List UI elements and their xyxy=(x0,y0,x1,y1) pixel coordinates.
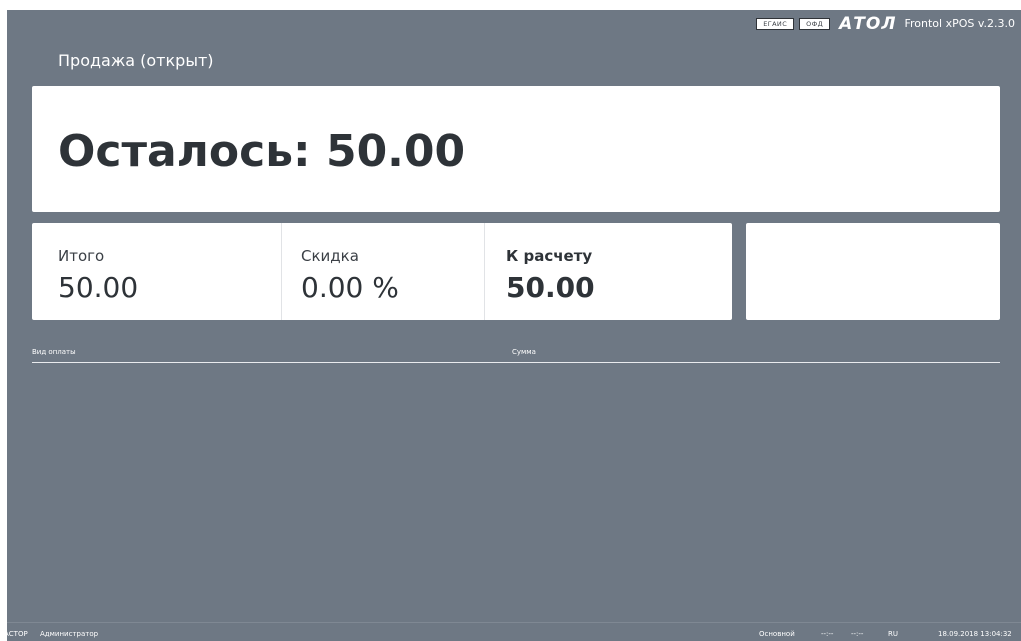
payment-sum-column-header: Сумма xyxy=(512,348,536,356)
info-panel xyxy=(746,223,1000,320)
total-cell: Итого 50.00 xyxy=(32,223,282,320)
discount-value: 0.00 % xyxy=(301,271,399,304)
total-value: 50.00 xyxy=(58,271,139,304)
status-field-1: --:-- xyxy=(821,630,834,638)
payable-cell: К расчету 50.00 xyxy=(485,223,732,320)
total-label: Итого xyxy=(58,247,105,265)
app-version: Frontol xPOS v.2.3.0 xyxy=(904,17,1015,30)
datetime: 18.09.2018 13:04:32 xyxy=(938,630,1012,638)
totals-panel: Итого 50.00 Скидка 0.00 % К расчету 50.0… xyxy=(32,223,732,320)
status-bar: АСТОР Администратор Основной --:-- --:--… xyxy=(7,622,1021,641)
atol-logo: АТОЛ xyxy=(839,14,897,34)
pos-screen: ЕГАИС ОФД АТОЛ Frontol xPOS v.2.3.0 Прод… xyxy=(7,10,1021,641)
station-name: АСТОР xyxy=(7,630,28,638)
user-name: Администратор xyxy=(40,630,99,638)
payment-type-column-header: Вид оплаты xyxy=(32,348,76,356)
payable-label: К расчету xyxy=(506,247,593,265)
egais-status-badge[interactable]: ЕГАИС xyxy=(756,18,795,30)
payments-list[interactable] xyxy=(32,363,1000,618)
remaining-amount: Осталось: 50.00 xyxy=(58,126,466,177)
ofd-status-badge[interactable]: ОФД xyxy=(799,18,831,30)
discount-cell[interactable]: Скидка 0.00 % xyxy=(282,223,485,320)
header-bar: ЕГАИС ОФД АТОЛ Frontol xPOS v.2.3.0 xyxy=(756,15,1015,33)
payments-table-header: Вид оплаты Сумма xyxy=(32,346,1000,363)
language-indicator[interactable]: RU xyxy=(888,630,898,638)
payable-value: 50.00 xyxy=(506,271,595,304)
discount-label: Скидка xyxy=(301,247,359,265)
remaining-panel: Осталось: 50.00 xyxy=(32,86,1000,212)
status-field-2: --:-- xyxy=(851,630,864,638)
mode-label: Основной xyxy=(759,630,795,638)
document-status: Продажа (открыт) xyxy=(58,51,214,70)
